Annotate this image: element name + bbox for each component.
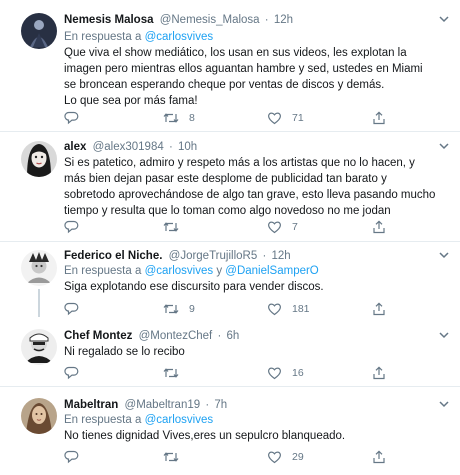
tweet-text: Si es patetico, admiro y respeto más a l…	[64, 157, 436, 217]
mention-link[interactable]: @DanielSamperO	[225, 265, 319, 277]
reply-button[interactable]	[64, 110, 89, 126]
timestamp[interactable]: 12h	[274, 14, 293, 26]
reply-button[interactable]	[64, 301, 89, 317]
share-button[interactable]	[372, 110, 386, 126]
retweet-icon	[163, 304, 179, 314]
tweet-alex[interactable]: alex @alex301984 · 10h Si es patetico, a…	[0, 132, 460, 242]
mention-link[interactable]: @carlosvives	[145, 265, 214, 277]
share-button[interactable]	[372, 449, 386, 465]
avatar[interactable]	[21, 13, 57, 49]
reply-button[interactable]	[64, 219, 89, 235]
tweet-text: Siga explotando ese discursito para vend…	[64, 281, 324, 293]
reply-icon	[64, 111, 79, 125]
reply-button[interactable]	[64, 365, 89, 381]
like-button[interactable]: 29	[267, 449, 304, 465]
share-icon	[373, 450, 385, 464]
user-handle[interactable]: @Mabeltran19	[125, 399, 201, 411]
share-button[interactable]	[372, 365, 386, 381]
tweet-actions: 7	[64, 219, 424, 235]
retweet-icon	[163, 452, 179, 462]
chevron-down-icon[interactable]	[437, 328, 451, 342]
display-name[interactable]: Mabeltran	[64, 399, 118, 411]
mention-link[interactable]: @carlosvives	[145, 414, 214, 426]
share-icon	[373, 220, 385, 234]
reply-icon	[64, 302, 79, 316]
chevron-down-icon[interactable]	[437, 139, 451, 153]
retweet-icon	[163, 222, 179, 232]
reply-context: En respuesta a @carlosvives	[64, 414, 214, 426]
like-button[interactable]: 16	[267, 365, 304, 381]
heart-icon	[267, 367, 282, 380]
display-name[interactable]: alex	[64, 141, 86, 153]
tweet-actions: 8 71	[64, 110, 424, 126]
tweet-text: No tienes dignidad Vives,eres un sepulcr…	[64, 430, 346, 442]
avatar[interactable]	[21, 398, 57, 434]
share-button[interactable]	[372, 301, 386, 317]
tweet-federico[interactable]: Federico el Niche. @JorgeTrujilloR5 · 12…	[0, 242, 460, 329]
avatar[interactable]	[21, 329, 57, 365]
share-icon	[373, 366, 385, 380]
tweet-actions: 16	[64, 365, 424, 381]
heart-icon	[267, 451, 282, 464]
chevron-down-icon[interactable]	[437, 12, 451, 26]
heart-icon	[267, 221, 282, 234]
retweet-button[interactable]: 8	[163, 110, 195, 126]
avatar[interactable]	[21, 141, 57, 177]
tweet-actions: 29	[64, 449, 424, 465]
heart-icon	[267, 303, 282, 316]
like-button[interactable]: 71	[267, 110, 304, 126]
display-name[interactable]: Nemesis Malosa	[64, 14, 154, 26]
like-button[interactable]: 181	[267, 301, 310, 317]
timestamp[interactable]: 6h	[227, 330, 240, 342]
tweet-text: Que viva el show mediático, los usan en …	[64, 47, 423, 107]
retweet-button[interactable]	[163, 219, 189, 235]
tweet-text: Ni regalado se lo recibo	[64, 346, 185, 358]
user-handle[interactable]: @alex301984	[93, 141, 164, 153]
user-handle[interactable]: @Nemesis_Malosa	[160, 14, 260, 26]
retweet-button[interactable]: 9	[163, 301, 195, 317]
retweet-button[interactable]	[163, 365, 189, 381]
share-icon	[373, 111, 385, 125]
like-button[interactable]: 7	[267, 219, 298, 235]
chevron-down-icon[interactable]	[437, 248, 451, 262]
timestamp[interactable]: 7h	[214, 399, 227, 411]
retweet-icon	[163, 113, 179, 123]
heart-icon	[267, 112, 282, 125]
reply-context: En respuesta a @carlosvives	[64, 31, 214, 43]
tweet-mabeltran[interactable]: Mabeltran @Mabeltran19 · 7h En respuesta…	[0, 387, 460, 475]
retweet-button[interactable]	[163, 449, 189, 465]
reply-button[interactable]	[64, 449, 89, 465]
user-handle[interactable]: @JorgeTrujilloR5	[169, 250, 258, 262]
reply-icon	[64, 450, 79, 464]
tweet-chef-montez[interactable]: Chef Montez @MontezChef · 6h Ni regalado…	[0, 317, 460, 387]
reply-icon	[64, 220, 79, 234]
tweet-actions: 9 181	[64, 301, 424, 317]
display-name[interactable]: Federico el Niche.	[64, 250, 162, 262]
timestamp[interactable]: 10h	[178, 141, 197, 153]
reply-context: En respuesta a @carlosvives y @DanielSam…	[64, 265, 319, 277]
chevron-down-icon[interactable]	[437, 397, 451, 411]
reply-icon	[64, 366, 79, 380]
avatar[interactable]	[21, 250, 57, 286]
retweet-icon	[163, 368, 179, 378]
tweet-nemesis-malosa[interactable]: Nemesis Malosa @Nemesis_Malosa · 12h En …	[0, 0, 460, 132]
share-button[interactable]	[372, 219, 386, 235]
user-handle[interactable]: @MontezChef	[139, 330, 213, 342]
display-name[interactable]: Chef Montez	[64, 330, 132, 342]
timestamp[interactable]: 12h	[271, 250, 290, 262]
mention-link[interactable]: @carlosvives	[145, 31, 214, 43]
share-icon	[373, 302, 385, 316]
